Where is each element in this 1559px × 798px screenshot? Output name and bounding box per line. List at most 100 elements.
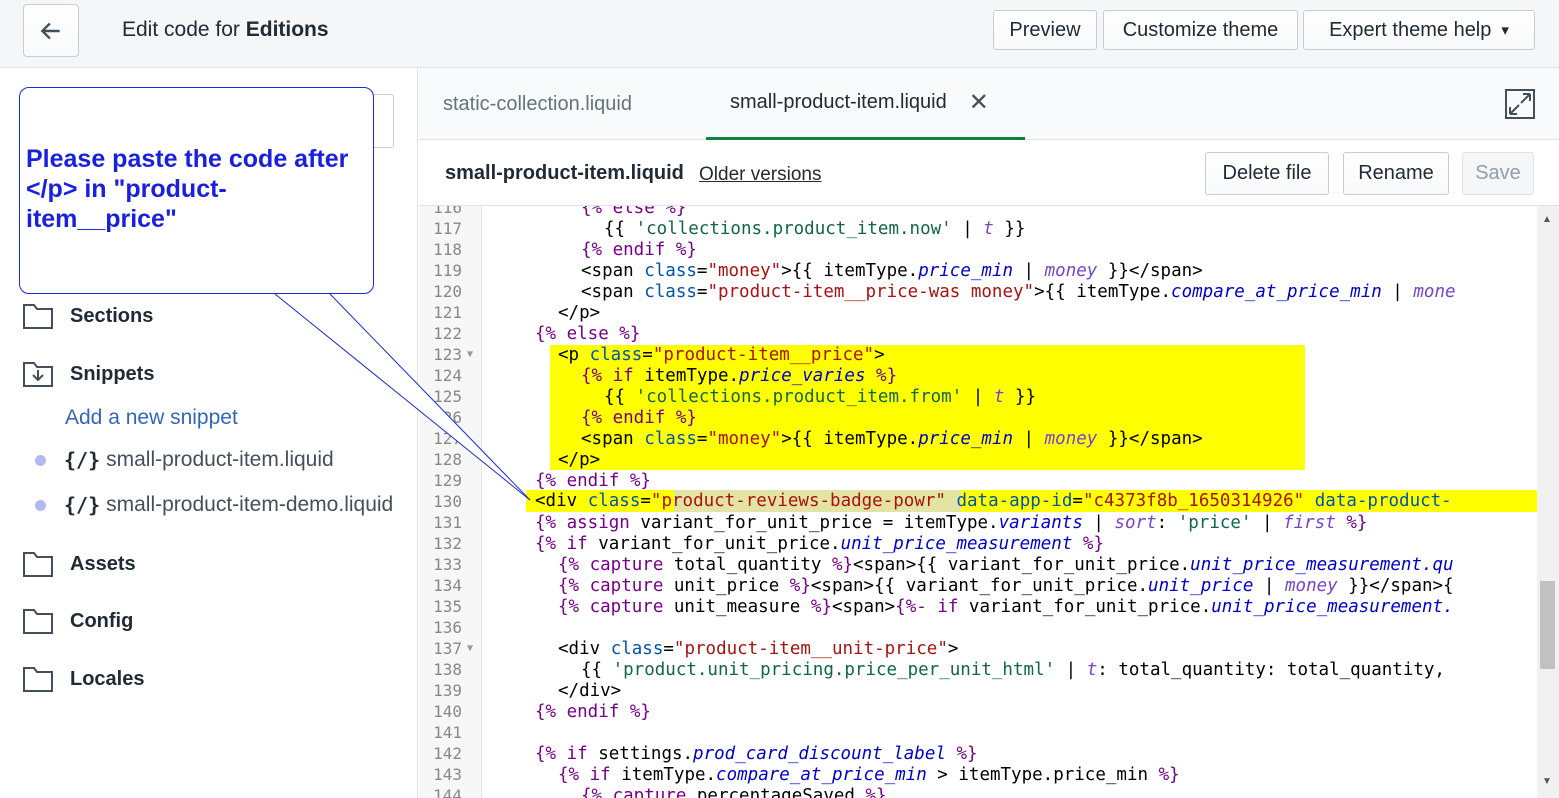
tab-label: small-product-item.liquid	[730, 91, 947, 113]
theme-name: Editions	[245, 18, 329, 41]
line-number: 141	[433, 723, 462, 742]
caret-down-icon: ▾	[1501, 22, 1509, 39]
code-line-127: <span class="money">{{ itemType.price_mi…	[581, 429, 1203, 449]
code-line-125: {{ 'collections.product_item.from' | t }…	[604, 387, 1036, 407]
expert-theme-help-button[interactable]: Expert theme help ▾	[1303, 10, 1535, 50]
line-number: 136	[433, 618, 462, 637]
folder-assets-label: Assets	[70, 552, 136, 575]
line-number: 125	[433, 387, 462, 406]
line-number: 133	[433, 555, 462, 574]
line-number: 121	[433, 303, 462, 322]
line-number: 138	[433, 660, 462, 679]
code-line-135: {% capture unit_measure %}<span>{%- if v…	[558, 597, 1454, 617]
code-line-128: </p>	[558, 450, 601, 470]
line-number: 132	[433, 534, 462, 553]
scroll-down-icon[interactable]: ▼	[1542, 776, 1552, 787]
code-file-icon: {/}	[64, 448, 101, 472]
line-number: 128	[433, 450, 462, 469]
folder-sections[interactable]: Sections	[22, 300, 153, 332]
folder-icon	[23, 304, 53, 329]
code-line-119: <span class="money">{{ itemType.price_mi…	[581, 261, 1203, 281]
file-dot	[35, 454, 46, 466]
rename-button[interactable]: Rename	[1343, 152, 1449, 195]
back-button[interactable]	[23, 4, 79, 57]
delete-file-button[interactable]: Delete file	[1205, 152, 1329, 195]
line-number: 140	[433, 702, 462, 721]
line-number: 135	[433, 597, 462, 616]
editor-scrollbar[interactable]: ▲ ▼	[1537, 206, 1559, 798]
folder-config-label: Config	[70, 609, 134, 632]
file-label: small-product-item.liquid	[106, 448, 334, 471]
folder-locales[interactable]: Locales	[22, 663, 144, 695]
line-number: 123	[433, 345, 462, 364]
save-button[interactable]: Save	[1462, 152, 1534, 195]
line-number: 124	[433, 366, 462, 385]
code-line-118: {% endif %}	[581, 240, 697, 260]
folder-assets[interactable]: Assets	[22, 548, 136, 580]
code-line-138: {{ 'product.unit_pricing.price_per_unit_…	[581, 660, 1445, 680]
code-line-139: </div>	[558, 681, 622, 701]
close-icon[interactable]: ✕	[969, 88, 989, 117]
line-number: 129	[433, 471, 462, 490]
add-snippet-link[interactable]: Add a new snippet	[65, 406, 238, 430]
callout-text: Please paste the code after </p> in "pro…	[26, 145, 349, 233]
folder-icon	[23, 667, 53, 692]
line-number: 144	[433, 786, 462, 798]
older-versions-link[interactable]: Older versions	[699, 164, 822, 186]
folder-snippets[interactable]: Snippets	[22, 358, 154, 390]
folder-snippets-label: Snippets	[70, 362, 155, 385]
line-number: 119	[433, 261, 462, 280]
line-number: 118	[433, 240, 462, 259]
file-small-product-item[interactable]: {/} small-product-item.liquid	[35, 448, 334, 472]
customize-theme-button[interactable]: Customize theme	[1103, 10, 1298, 50]
code-line-132: {% if variant_for_unit_price.unit_price_…	[535, 534, 1104, 554]
line-number: 130	[433, 492, 462, 511]
page-title: Edit code for Editions	[122, 18, 329, 41]
code-line-134: {% capture unit_price %}<span>{{ variant…	[558, 576, 1454, 596]
fold-arrow-icon[interactable]: ▼	[467, 349, 473, 360]
line-number: 143	[433, 765, 462, 784]
line-number: 137	[433, 639, 462, 658]
line-number: 126	[433, 408, 462, 427]
scroll-up-icon[interactable]: ▲	[1542, 214, 1552, 225]
folder-config[interactable]: Config	[22, 605, 133, 637]
code-line-124: {% if itemType.price_varies %}	[581, 366, 898, 386]
file-name: small-product-item.liquid	[445, 162, 684, 184]
code-line-122: {% else %}	[535, 324, 641, 344]
code-line-133: {% capture total_quantity %}<span>{{ var…	[558, 555, 1454, 575]
code-line-123: <p class="product-item__price">	[558, 345, 885, 365]
line-number: 122	[433, 324, 462, 343]
code-line-131: {% assign variant_for_unit_price = itemT…	[535, 513, 1368, 533]
code-file-icon: {/}	[64, 493, 101, 517]
file-label: small-product-item-demo.liquid	[106, 493, 394, 516]
code-line-143: {% if itemType.compare_at_price_min > it…	[558, 765, 1180, 785]
top-bar: Edit code for Editions Preview Customize…	[0, 0, 1559, 68]
preview-button[interactable]: Preview	[993, 10, 1097, 50]
code-line-126: {% endif %}	[581, 408, 697, 428]
expert-help-label: Expert theme help	[1329, 18, 1492, 41]
line-number: 131	[433, 513, 462, 532]
scrollbar-thumb[interactable]	[1540, 581, 1555, 669]
fold-arrow-icon[interactable]: ▼	[467, 643, 473, 654]
code-line-120: <span class="product-item__price-was mon…	[581, 282, 1456, 302]
code-editor[interactable]: 116 117 118 119 120 121 122 123 124 125 126 127 128 1…	[419, 206, 1537, 798]
folder-icon	[23, 609, 53, 634]
expand-icon[interactable]	[1504, 88, 1536, 120]
file-toolbar: small-product-item.liquid Older versions…	[419, 140, 1559, 206]
line-number: 120	[433, 282, 462, 301]
line-number: 116	[433, 206, 462, 217]
file-dot	[35, 499, 46, 511]
tab-label: static-collection.liquid	[443, 92, 632, 115]
file-small-product-item-demo[interactable]: {/} small-product-item-demo.liquid	[35, 493, 393, 517]
line-number: 139	[433, 681, 462, 700]
code-line-140: {% endif %}	[535, 702, 651, 722]
tab-small-product-item[interactable]: small-product-item.liquid ✕	[706, 68, 1025, 140]
annotation-callout: Please paste the code after </p> in "pro…	[19, 87, 374, 294]
line-number: 142	[433, 744, 462, 763]
tab-static-collection[interactable]: static-collection.liquid	[443, 68, 632, 140]
folder-icon	[23, 552, 53, 577]
code-line-144: {% capture percentageSaved %}	[581, 786, 887, 798]
line-number: 127	[433, 429, 462, 448]
editor-tabs: static-collection.liquid small-product-i…	[419, 68, 1559, 140]
code-line-142: {% if settings.prod_card_discount_label …	[535, 744, 978, 764]
